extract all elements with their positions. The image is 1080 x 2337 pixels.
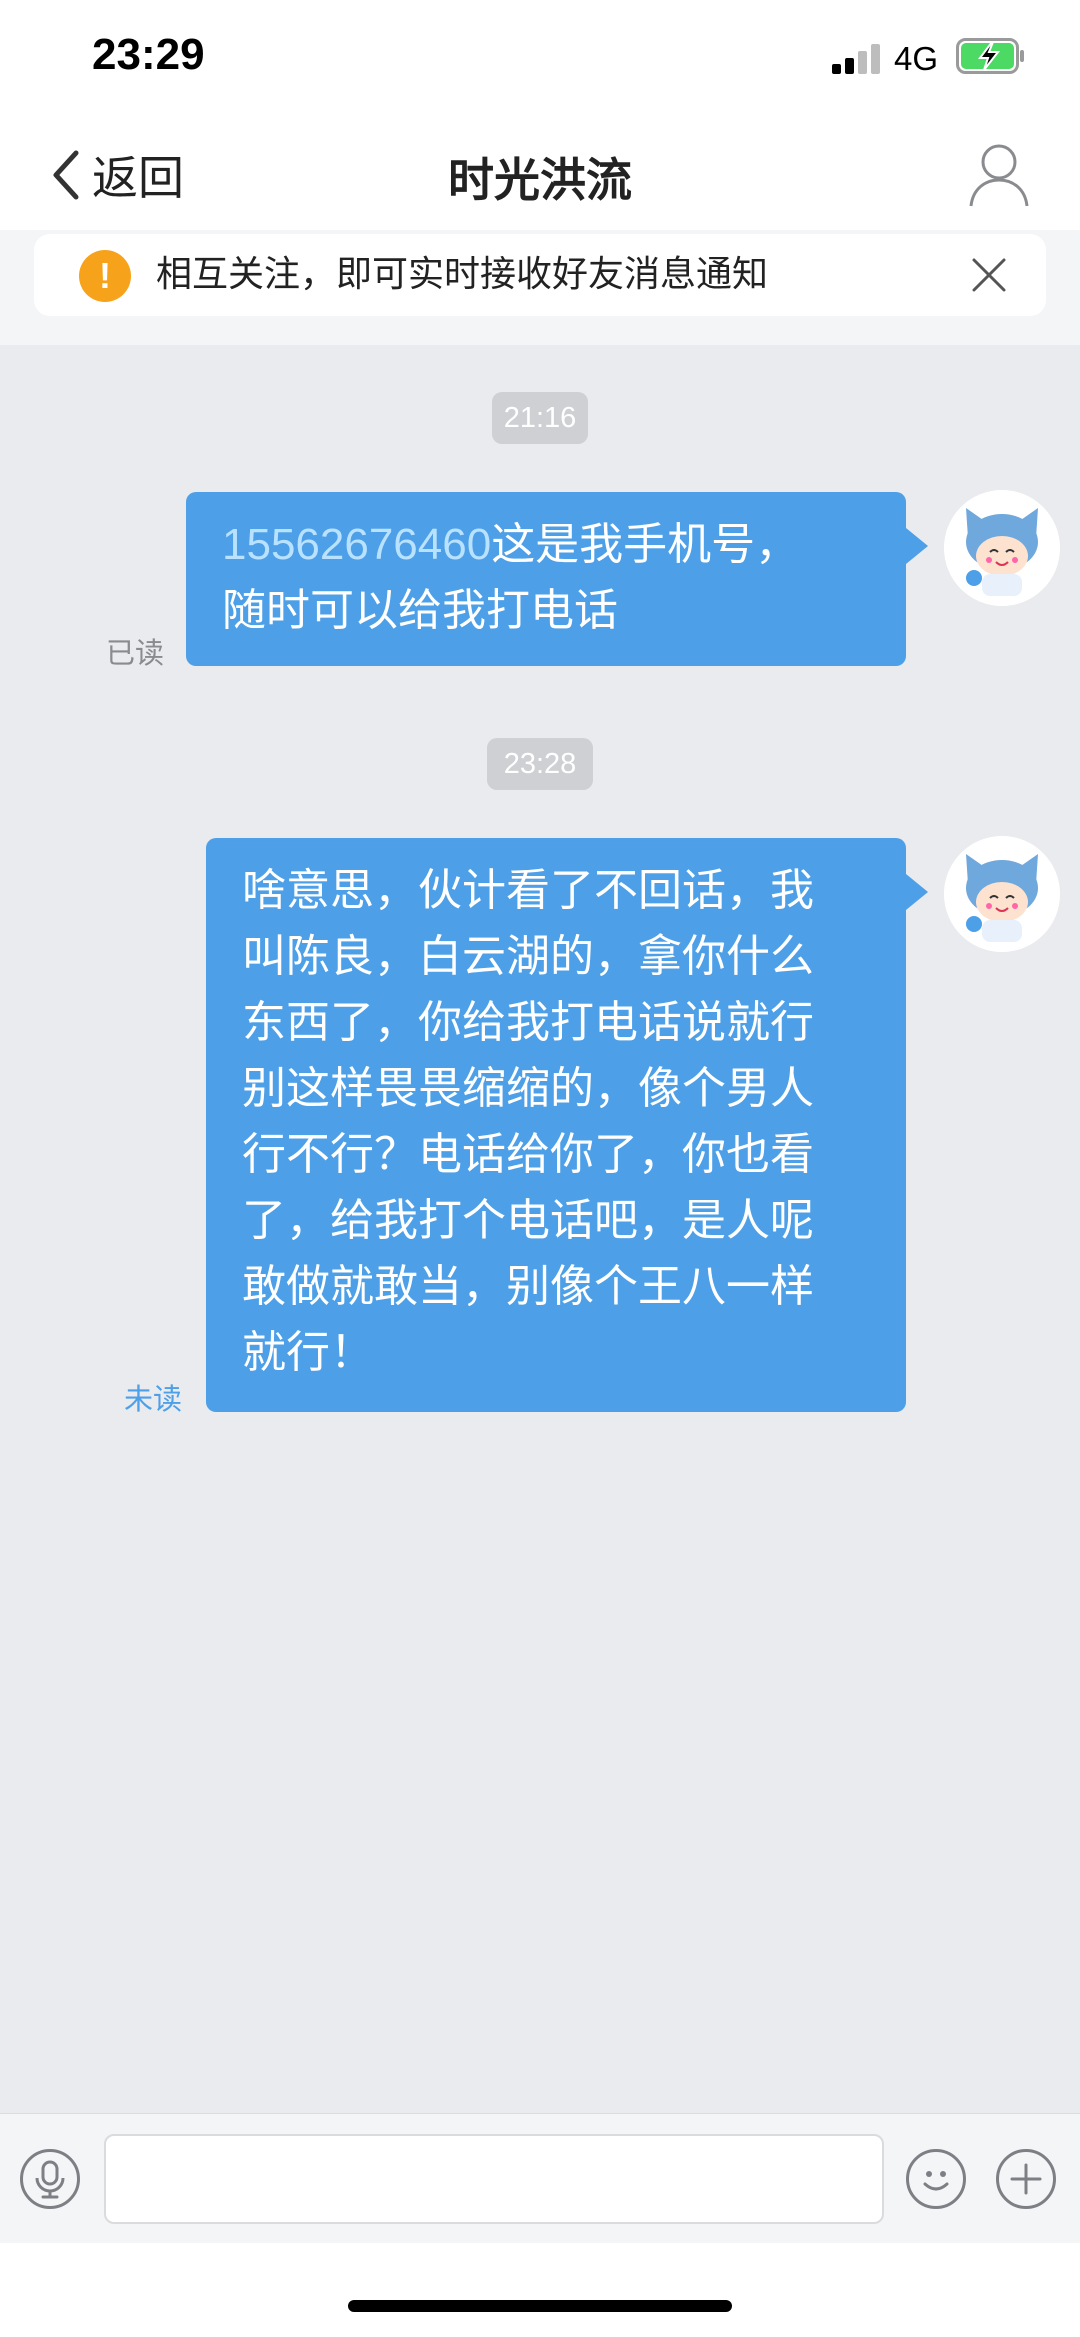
microphone-icon — [35, 2160, 65, 2199]
status-time: 23:29 — [92, 30, 205, 79]
phone-number-link[interactable]: 15562676460 — [222, 520, 491, 569]
notice-area: ! 相互关注，即可实时接收好友消息通知 — [0, 230, 1080, 345]
avatar[interactable] — [944, 836, 1060, 952]
timestamp: 23:28 — [487, 738, 593, 790]
read-status: 已读 — [106, 636, 165, 670]
cat-hat-kid-avatar-icon — [944, 490, 1060, 606]
signal-strength-icon — [832, 42, 882, 74]
message-line: 行不行？电话给你了，你也看 — [242, 1129, 814, 1180]
notice-text: 相互关注，即可实时接收好友消息通知 — [156, 254, 769, 295]
person-icon[interactable] — [968, 142, 1030, 208]
message-line: 叫陈良，白云湖的，拿你什么 — [242, 931, 814, 982]
bubble-tail — [906, 874, 928, 910]
page-title: 时光洪流 — [448, 153, 632, 207]
message-bubble[interactable]: 啥意思，伙计看了不回话，我 叫陈良，白云湖的，拿你什么 东西了，你给我打电话说就… — [206, 838, 928, 1412]
emoji-button[interactable] — [906, 2149, 966, 2209]
voice-button[interactable] — [20, 2149, 80, 2209]
message-line: 敢做就敢当，别像个王八一样 — [242, 1261, 814, 1312]
bubble-tail — [906, 528, 928, 564]
message-bubble[interactable]: 15562676460这是我手机号， 随时可以给我打电话 — [186, 492, 928, 666]
message-input[interactable] — [104, 2134, 884, 2224]
message-line: 东西了，你给我打电话说就行 — [242, 997, 814, 1048]
smiley-icon — [923, 2171, 949, 2191]
cat-hat-kid-avatar-icon — [944, 836, 1060, 952]
bottom-safe-area — [0, 2243, 1080, 2337]
timestamp: 21:16 — [492, 392, 588, 444]
network-type: 4G — [894, 40, 939, 77]
home-indicator[interactable] — [348, 2300, 732, 2312]
message-line: 了，给我打个电话吧，是人呢 — [242, 1195, 814, 1246]
status-bar: 23:29 4G — [0, 0, 1080, 120]
input-bar — [0, 2113, 1080, 2244]
follow-notice: ! 相互关注，即可实时接收好友消息通知 — [34, 234, 1046, 316]
message-line: 随时可以给我打电话 — [222, 585, 618, 636]
avatar[interactable] — [944, 490, 1060, 606]
nav-bar: 返回 时光洪流 — [0, 120, 1080, 230]
close-icon[interactable] — [966, 252, 1012, 298]
plus-icon — [1010, 2163, 1042, 2195]
message-line: 15562676460这是我手机号， — [222, 519, 800, 570]
unread-status: 未读 — [124, 1382, 183, 1416]
warning-icon: ! — [79, 250, 131, 302]
message-line: 啥意思，伙计看了不回话，我 — [242, 865, 814, 916]
message-line: 别这样畏畏缩缩的，像个男人 — [242, 1063, 814, 1114]
message-line: 就行！ — [242, 1327, 374, 1378]
more-button[interactable] — [996, 2149, 1056, 2209]
battery-charging-icon — [956, 38, 1024, 74]
